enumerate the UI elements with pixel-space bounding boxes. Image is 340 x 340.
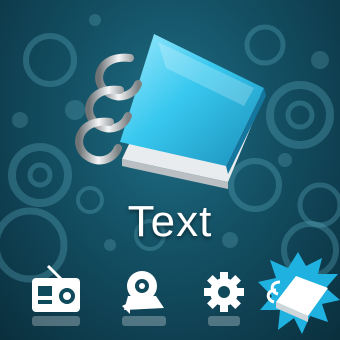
text-notebook-icon [258, 252, 340, 334]
main-menu-screen: Text [0, 0, 340, 340]
main-menu-bar [0, 252, 340, 340]
camera-icon [122, 271, 166, 326]
settings-gear-icon [204, 272, 244, 326]
menu-item-camera[interactable] [104, 252, 189, 340]
menu-item-settings[interactable] [182, 252, 267, 340]
notebook-icon [75, 34, 266, 189]
menu-item-radio[interactable] [18, 252, 103, 340]
menu-item-text[interactable] [256, 252, 340, 340]
radio-icon [32, 264, 80, 326]
menu-title: Text [127, 197, 213, 246]
